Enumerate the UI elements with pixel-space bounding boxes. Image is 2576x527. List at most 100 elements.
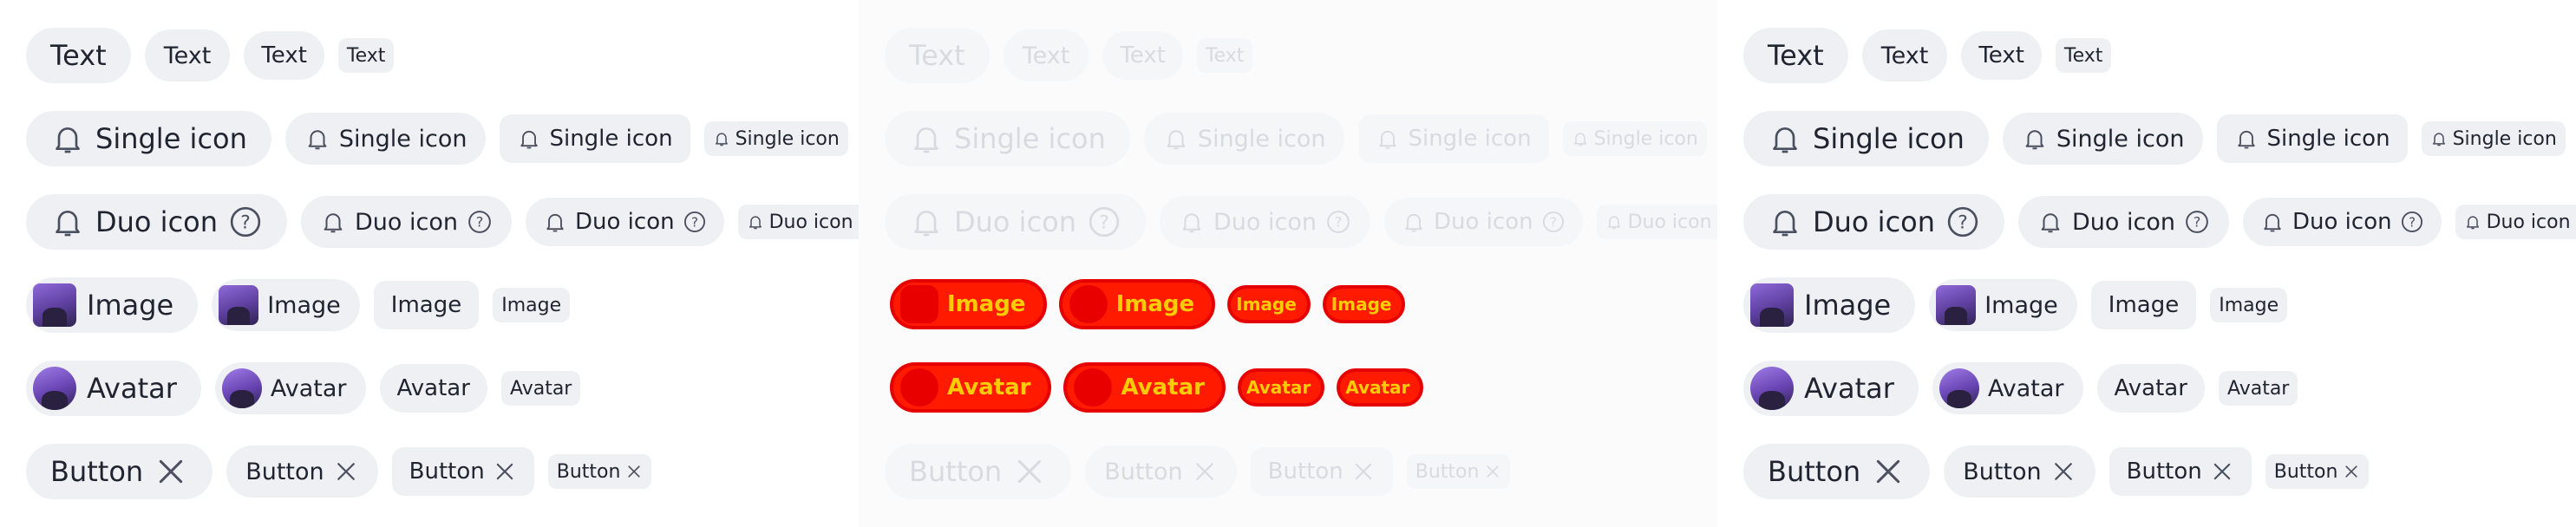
button-chip-sm[interactable]: Button [547, 454, 652, 489]
question-circle-icon[interactable]: ? [228, 205, 263, 239]
button-chip-xl[interactable]: Button [1743, 444, 1931, 499]
chip-label: Image [267, 291, 341, 319]
duo-icon-chip-lg[interactable]: Duo icon ? [2018, 196, 2229, 248]
duo-icon-chip-md[interactable]: Duo icon ? [526, 198, 724, 246]
chip-label: Image [1115, 291, 1195, 317]
close-icon[interactable] [154, 454, 188, 489]
chip-label: Image [501, 294, 562, 316]
chip-label: Avatar [87, 372, 177, 405]
chip-label: Single icon [549, 126, 673, 152]
text-chip-md[interactable]: Text [244, 31, 324, 80]
text-chip-sm[interactable]: Text [2055, 38, 2112, 73]
single-icon-chip-xl[interactable]: Single icon [1743, 111, 1989, 166]
avatar-chip-md[interactable]: Avatar [2096, 364, 2205, 413]
duo-icon-chip-md[interactable]: Duo icon ? [2243, 198, 2442, 246]
duo-icon-chip-xl[interactable]: Duo icon ? [1743, 194, 2005, 250]
image-chip-md: Image [1227, 285, 1311, 323]
text-chip-xl[interactable]: Text [26, 28, 131, 83]
button-chip-lg[interactable]: Button [226, 446, 378, 498]
avatar-chip-row-glitched: Avatar Avatar Avatar Avatar [890, 362, 1424, 413]
question-circle-icon[interactable]: ? [2184, 209, 2210, 235]
question-circle-icon: ? [1087, 205, 1121, 239]
text-chip-lg[interactable]: Text [1861, 29, 1948, 81]
single-icon-chip-xl[interactable]: Single icon [26, 111, 271, 166]
text-chip-lg[interactable]: Text [144, 29, 231, 81]
image-chip-sm[interactable]: Image [493, 288, 571, 322]
text-chip-row: Text Text Text Text [885, 28, 1253, 83]
chip-panel-disabled: Text Text Text Text Single icon Single i… [859, 0, 1743, 527]
close-icon[interactable] [625, 463, 643, 480]
avatar-chip-lg[interactable]: Avatar [214, 362, 366, 414]
chip-label: Image [947, 291, 1026, 317]
button-chip-lg[interactable]: Button [1944, 446, 2095, 498]
single-icon-chip-md[interactable]: Single icon [2217, 114, 2408, 163]
chip-label: Duo icon [768, 211, 853, 233]
question-circle-icon[interactable]: ? [467, 209, 493, 235]
chip-label: Duo icon [1627, 211, 1712, 233]
bell-icon [2260, 210, 2285, 234]
question-circle-icon[interactable]: ? [683, 210, 707, 234]
image-chip-row: Image Image Image Image [26, 277, 571, 333]
bell-icon [304, 126, 330, 152]
svg-text:?: ? [1099, 212, 1109, 234]
chip-label: Single icon [1197, 125, 1326, 153]
button-chip-md[interactable]: Button [391, 447, 534, 496]
image-chip-sm[interactable]: Image [2210, 288, 2288, 322]
duo-icon-chip-sm[interactable]: Duo icon ? [2455, 205, 2576, 239]
image-chip-row-glitched: Image Image Image Image [890, 279, 1406, 329]
avatar-chip-lg[interactable]: Avatar [1932, 362, 2083, 414]
duo-icon-chip-lg[interactable]: Duo icon ? [301, 196, 512, 248]
svg-text:?: ? [691, 214, 698, 230]
chip-label: Single icon [1408, 126, 1532, 152]
chip-label: Text [1768, 39, 1824, 72]
image-chip-md[interactable]: Image [373, 281, 480, 329]
chip-label: Single icon [338, 125, 467, 153]
close-icon[interactable] [2050, 459, 2076, 485]
chip-label: Image [2219, 294, 2279, 316]
avatar-chip-md[interactable]: Avatar [379, 364, 487, 413]
close-icon[interactable] [333, 459, 359, 485]
avatar-chip-xl[interactable]: Avatar [1743, 361, 1919, 416]
chip-label: Text [1205, 44, 1245, 67]
image-chip-md[interactable]: Image [2090, 281, 2197, 329]
single-icon-chip-md[interactable]: Single icon [500, 114, 690, 163]
close-icon[interactable] [493, 459, 517, 484]
close-icon[interactable] [2210, 459, 2234, 484]
close-icon[interactable] [1871, 454, 1906, 489]
single-icon-chip-lg[interactable]: Single icon [284, 113, 487, 165]
image-chip-xl[interactable]: Image [26, 277, 199, 333]
chip-label: Avatar [509, 377, 572, 400]
duo-icon-chip-row: Duo icon ? Duo icon ? Duo icon ? Duo ico… [1743, 194, 2576, 250]
duo-icon-chip-xl[interactable]: Duo icon ? [26, 194, 288, 250]
image-chip-row: Image Image Image Image [1743, 277, 2288, 333]
avatar-chip-sm[interactable]: Avatar [500, 371, 581, 406]
button-chip-sm[interactable]: Button [2265, 454, 2370, 489]
image-chip-lg[interactable]: Image [1929, 279, 2077, 331]
button-chip-row: Button Button Button Button [885, 444, 1511, 499]
text-chip-sm[interactable]: Text [337, 38, 395, 73]
chip-label: Text [909, 39, 965, 72]
question-circle-icon[interactable]: ? [1945, 205, 1980, 239]
text-chip-xl[interactable]: Text [1743, 28, 1848, 83]
image-chip-lg[interactable]: Image [212, 279, 360, 331]
chip-label: Duo icon [2486, 211, 2571, 233]
question-circle-icon[interactable]: ? [2400, 210, 2424, 234]
image-chip-xl[interactable]: Image [1743, 277, 1916, 333]
chip-label: Single icon [1593, 127, 1698, 150]
avatar-chip-sm[interactable]: Avatar [2218, 371, 2298, 406]
single-icon-chip-lg[interactable]: Single icon [2002, 113, 2204, 165]
thumbnail-image [219, 285, 259, 325]
close-icon[interactable] [2343, 463, 2360, 480]
single-icon-chip-sm[interactable]: Single icon [2421, 121, 2566, 156]
duo-icon-chip-row: Duo icon ? Duo icon ? Duo icon ? Duo ico… [26, 194, 885, 250]
button-chip-xl[interactable]: Button [26, 444, 213, 499]
avatar-chip-xl[interactable]: Avatar [26, 361, 201, 416]
thumbnail-image [1750, 283, 1794, 327]
single-icon-chip-sm[interactable]: Single icon [703, 121, 848, 156]
chip-label: Image [1984, 291, 2058, 319]
chip-label: Avatar [1121, 374, 1205, 400]
chip-label: Duo icon [954, 205, 1077, 238]
chip-label: Avatar [2226, 377, 2290, 400]
text-chip-md[interactable]: Text [1961, 31, 2042, 80]
button-chip-md[interactable]: Button [2109, 447, 2252, 496]
